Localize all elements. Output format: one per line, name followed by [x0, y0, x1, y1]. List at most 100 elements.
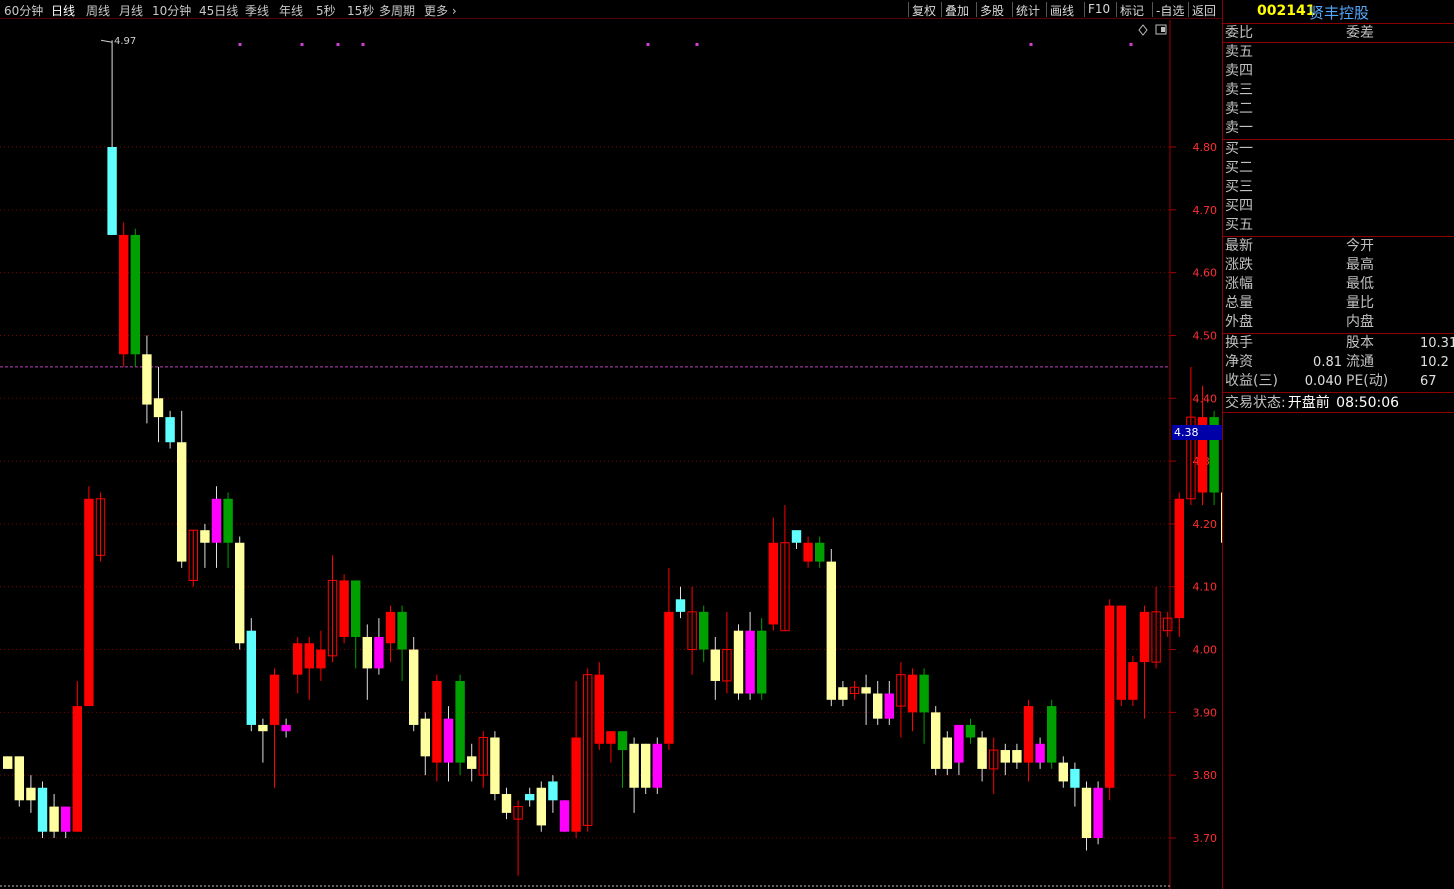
window-icon-fill: [1161, 27, 1165, 32]
y-tick-label: 4.40: [1193, 392, 1218, 405]
sell-level-2: 卖三: [1223, 81, 1454, 100]
quote-row-1-label-2: 最高: [1346, 257, 1374, 273]
candle-body: [559, 800, 570, 832]
period-tab-6[interactable]: 季线: [245, 2, 269, 19]
quote-row-0: 最新 今开: [1223, 237, 1454, 256]
toolbar-separator: [1046, 2, 1047, 17]
toolbar-button-7[interactable]: -自选: [1156, 2, 1184, 19]
toolbar-button-2[interactable]: 多股: [980, 2, 1004, 19]
fund-row-1: 净资 0.81 流通 10.2: [1223, 353, 1454, 372]
candle-body: [293, 643, 303, 675]
y-tick-label: 4.80: [1193, 141, 1218, 154]
candle-body: [165, 417, 175, 443]
period-tab-10[interactable]: 多周期: [379, 2, 415, 19]
candle-body: [72, 706, 82, 832]
quote-row-3-label: 总量: [1225, 295, 1253, 311]
sell-level-1: 卖四: [1223, 62, 1454, 81]
candle-body: [339, 580, 349, 637]
y-tick-label: 4.70: [1193, 204, 1218, 217]
wei-ratio-label: 委比: [1225, 25, 1253, 41]
toolbar-separator: [1084, 2, 1085, 17]
toolbar-button-0[interactable]: 复权: [912, 2, 936, 19]
period-tab-8[interactable]: 5秒: [316, 2, 336, 19]
toolbar-button-1[interactable]: 叠加: [945, 2, 969, 19]
buy-level-2: 买三: [1223, 178, 1454, 197]
toolbar-button-8[interactable]: 返回: [1192, 2, 1216, 19]
period-tab-9[interactable]: 15秒: [347, 2, 374, 19]
toolbar-button-3[interactable]: 统计: [1016, 2, 1040, 19]
fund-row-0: 换手 股本 10.31: [1223, 334, 1454, 353]
candle-body: [37, 787, 48, 832]
candle-body: [733, 630, 744, 694]
wei-row: 委比 委差: [1223, 24, 1454, 43]
current-price-badge: 4.38: [1172, 424, 1222, 440]
fund-row-0-value-2: 10.31: [1420, 336, 1454, 351]
buy-level-4-label: 买五: [1225, 217, 1253, 233]
candle-body: [3, 756, 13, 769]
kline-chart[interactable]: 4.804.704.604.504.404.304.204.104.003.90…: [0, 20, 1222, 889]
fund-row-1-label: 净资: [1225, 354, 1253, 370]
status-value: 开盘前: [1287, 395, 1330, 411]
candle-body: [977, 737, 987, 769]
candle-body: [1093, 787, 1103, 838]
candle-body: [1035, 743, 1045, 763]
sell-level-3-label: 卖二: [1225, 101, 1253, 117]
candle-body: [223, 498, 233, 543]
sell-level-2-label: 卖三: [1225, 82, 1253, 98]
candle-body: [1012, 750, 1022, 763]
candle-body: [49, 806, 59, 832]
buy-level-1: 买二: [1223, 159, 1454, 178]
candle-body: [664, 611, 674, 744]
toolbar-button-5[interactable]: F10: [1088, 2, 1110, 16]
buy-level-1-label: 买二: [1225, 160, 1253, 176]
candle-body: [791, 530, 802, 543]
stock-title: 002141 贤丰控股: [1223, 0, 1454, 24]
quote-row-4: 外盘 内盘: [1223, 313, 1454, 332]
y-tick-label: 4.60: [1193, 267, 1218, 280]
period-tab-3[interactable]: 月线: [119, 2, 143, 19]
candle-body: [211, 498, 222, 543]
quote-row-4-label-2: 内盘: [1346, 314, 1374, 330]
period-tab-1[interactable]: 日线: [51, 2, 75, 19]
candle-body: [768, 542, 778, 625]
signal-dot: [646, 43, 650, 46]
y-tick-label: 4.50: [1193, 329, 1218, 342]
period-tab-5[interactable]: 45日线: [199, 2, 238, 19]
period-tab-11[interactable]: 更多 ›: [424, 2, 457, 19]
buy-levels: 买一 买二 买三 买四 买五: [1223, 140, 1454, 237]
candle-body: [1047, 706, 1057, 763]
candle-body: [815, 542, 825, 562]
toolbar-button-4[interactable]: 画线: [1050, 2, 1074, 19]
toolbar-separator: [908, 2, 909, 17]
candle-body: [304, 643, 314, 669]
candle-body: [14, 756, 24, 801]
candle-body: [1023, 706, 1034, 763]
candle-body: [954, 724, 964, 763]
kline-svg[interactable]: 4.804.704.604.504.404.304.204.104.003.90…: [0, 20, 1222, 889]
candle-body: [316, 649, 326, 669]
period-tab-7[interactable]: 年线: [279, 2, 303, 19]
candle-body: [1105, 605, 1115, 788]
candle-body: [1081, 787, 1092, 838]
candle-body: [397, 611, 407, 650]
sell-level-3: 卖二: [1223, 100, 1454, 119]
period-tab-0[interactable]: 60分钟: [4, 2, 43, 19]
candle-body: [455, 680, 465, 763]
candle-body: [652, 743, 662, 788]
candle-body: [641, 743, 651, 788]
candle-body: [362, 636, 372, 669]
quote-row-3-label-2: 量比: [1346, 295, 1374, 311]
candle-body: [548, 781, 558, 801]
sell-level-4: 卖一: [1223, 119, 1454, 138]
period-tab-4[interactable]: 10分钟: [152, 2, 191, 19]
candle-body: [281, 724, 291, 732]
toolbar-button-6[interactable]: 标记: [1120, 2, 1144, 19]
signal-dot: [300, 43, 304, 46]
toolbar-separator: [1188, 2, 1189, 17]
candle-body: [1058, 762, 1068, 782]
candle-body: [269, 674, 280, 725]
period-tab-2[interactable]: 周线: [86, 2, 110, 19]
candle-body: [617, 731, 628, 751]
toolbar-separator: [1116, 2, 1117, 17]
buy-level-0-label: 买一: [1225, 141, 1253, 157]
